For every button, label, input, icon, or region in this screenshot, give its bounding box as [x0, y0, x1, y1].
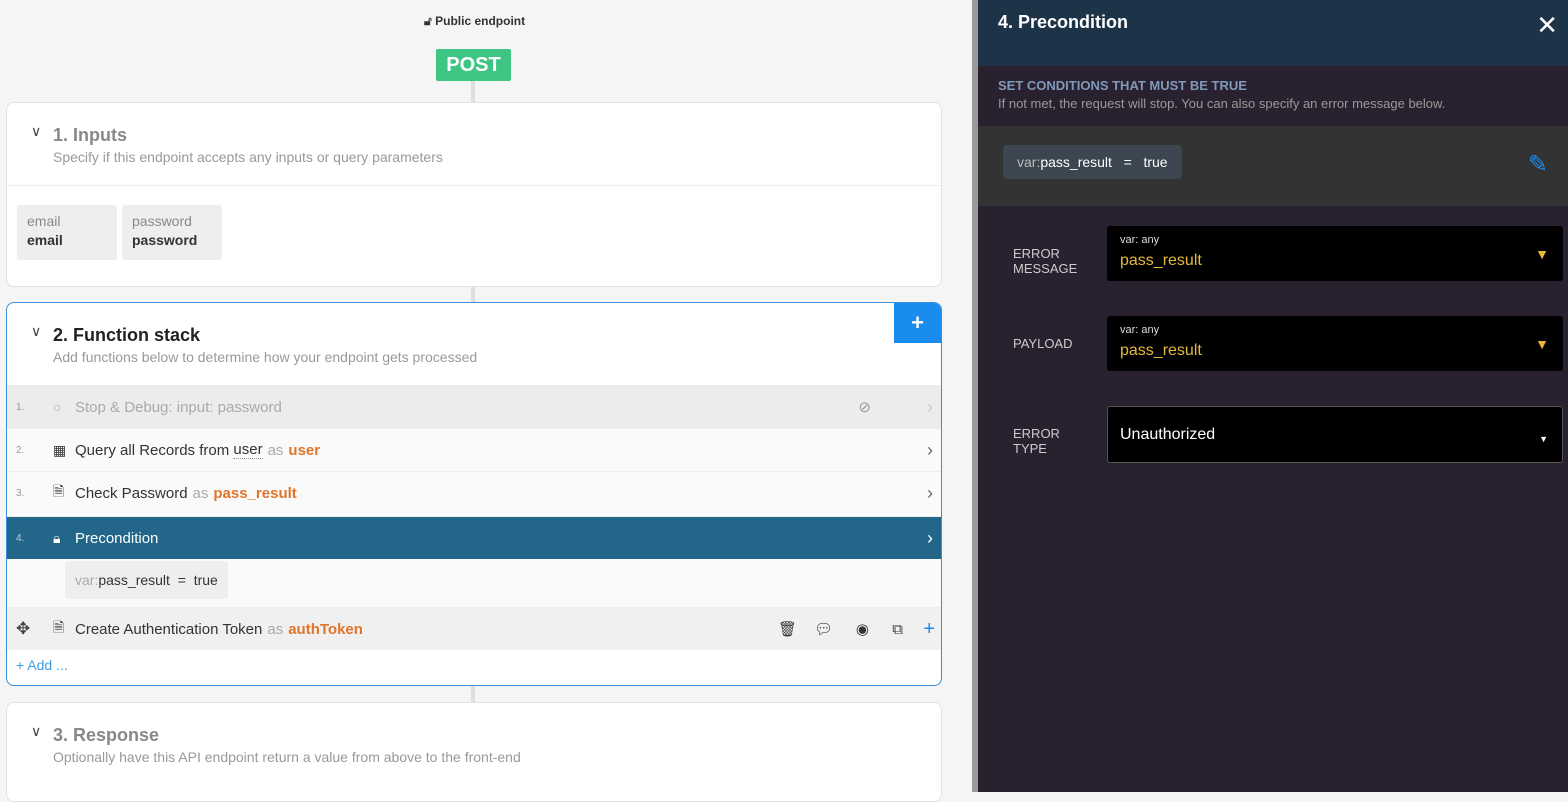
- method-badge[interactable]: POST: [436, 49, 511, 81]
- error-message-label: ERROR MESSAGE: [1013, 246, 1078, 276]
- eye-icon[interactable]: ◉: [856, 620, 869, 638]
- add-icon[interactable]: +: [923, 618, 935, 641]
- unlock-icon: 🔓︎: [424, 14, 432, 28]
- stack-item-2[interactable]: 2. ▦ Query all Records from user as user ›: [7, 428, 941, 471]
- error-type-select[interactable]: Unauthorized ▼: [1107, 406, 1563, 463]
- inputs-section: ∨ 1. Inputs Specify if this endpoint acc…: [6, 102, 942, 287]
- error-type-label: ERROR TYPE: [1013, 426, 1060, 456]
- function-file-icon: 🗎︎: [53, 619, 65, 635]
- function-file-icon: 🗎︎: [53, 483, 65, 499]
- panel-title: 4. Precondition: [998, 12, 1129, 32]
- section-subtitle: Add functions below to determine how you…: [53, 349, 478, 365]
- chevron-down-icon[interactable]: ∨: [31, 723, 41, 740]
- chevron-right-icon[interactable]: ›: [927, 440, 933, 461]
- eye-off-icon[interactable]: ⊘: [858, 398, 871, 416]
- dropdown-arrow-icon: ▼: [1535, 246, 1549, 262]
- panel-header: 4. Precondition ✕: [978, 0, 1568, 66]
- chevron-right-icon[interactable]: ›: [927, 397, 933, 418]
- copy-icon[interactable]: ⧉: [892, 621, 903, 638]
- response-section: ∨ 3. Response Optionally have this API e…: [6, 702, 942, 802]
- section-title[interactable]: 3. Response: [53, 725, 159, 746]
- drag-handle-icon[interactable]: ✥: [7, 619, 53, 639]
- chevron-right-icon[interactable]: ›: [927, 483, 933, 504]
- chevron-down-icon[interactable]: ∨: [31, 123, 41, 140]
- table-icon: ▦: [53, 441, 67, 458]
- dropdown-arrow-icon: ▼: [1539, 434, 1548, 444]
- trash-icon[interactable]: 🗑︎: [778, 620, 797, 638]
- condition-expression[interactable]: var:pass_result = true: [65, 561, 228, 599]
- stack-item-1[interactable]: 1. ○ Stop & Debug: input: password ⊘ ›: [7, 385, 941, 428]
- section-subtitle: Specify if this endpoint accepts any inp…: [53, 149, 443, 165]
- error-message-select[interactable]: var: any pass_result ▼: [1107, 226, 1563, 281]
- chevron-right-icon[interactable]: ›: [927, 528, 933, 549]
- chevron-down-icon[interactable]: ∨: [31, 323, 41, 340]
- stack-item-4-selected[interactable]: 4. 🔒︎ Precondition ›: [7, 516, 941, 559]
- stack-item-5[interactable]: ✥ 🗎︎ Create Authentication Token as authToke…: [7, 607, 941, 650]
- lock-icon: 🔒︎: [53, 529, 61, 546]
- circle-icon: ○: [53, 399, 62, 415]
- payload-select[interactable]: var: any pass_result ▼: [1107, 316, 1563, 371]
- close-icon[interactable]: ✕: [1536, 10, 1558, 41]
- input-chip-password[interactable]: password password: [122, 205, 222, 260]
- section-title[interactable]: 2. Function stack: [53, 325, 200, 346]
- add-function-button[interactable]: +: [894, 303, 941, 343]
- function-stack-section: ∨ 2. Function stack Add functions below …: [6, 302, 942, 686]
- connector: [471, 80, 475, 104]
- edit-pencil-icon[interactable]: ✎: [1528, 150, 1548, 179]
- conditions-info: SET CONDITIONS THAT MUST BE TRUE If not …: [998, 78, 1446, 111]
- stack-item-3[interactable]: 3. 🗎︎ Check Password as pass_result ›: [7, 471, 941, 514]
- comment-icon[interactable]: 💬︎: [814, 620, 833, 638]
- add-function-link[interactable]: + Add ...: [16, 657, 68, 673]
- endpoint-canvas: 🔓︎ Public endpoint POST ∨ 1. Inputs Spec…: [0, 0, 972, 802]
- connector: [471, 685, 475, 703]
- dropdown-arrow-icon: ▼: [1535, 336, 1549, 352]
- section-title[interactable]: 1. Inputs: [53, 125, 127, 146]
- precondition-panel: 4. Precondition ✕ SET CONDITIONS THAT MU…: [978, 0, 1568, 792]
- public-endpoint-label: 🔓︎ Public endpoint: [424, 14, 526, 28]
- input-chip-email[interactable]: email email: [17, 205, 117, 260]
- payload-label: PAYLOAD: [1013, 336, 1073, 351]
- section-subtitle: Optionally have this API endpoint return…: [53, 749, 521, 765]
- condition-area: var:pass_result = true ✎: [978, 126, 1568, 206]
- condition-expression[interactable]: var:pass_result = true: [1003, 145, 1182, 179]
